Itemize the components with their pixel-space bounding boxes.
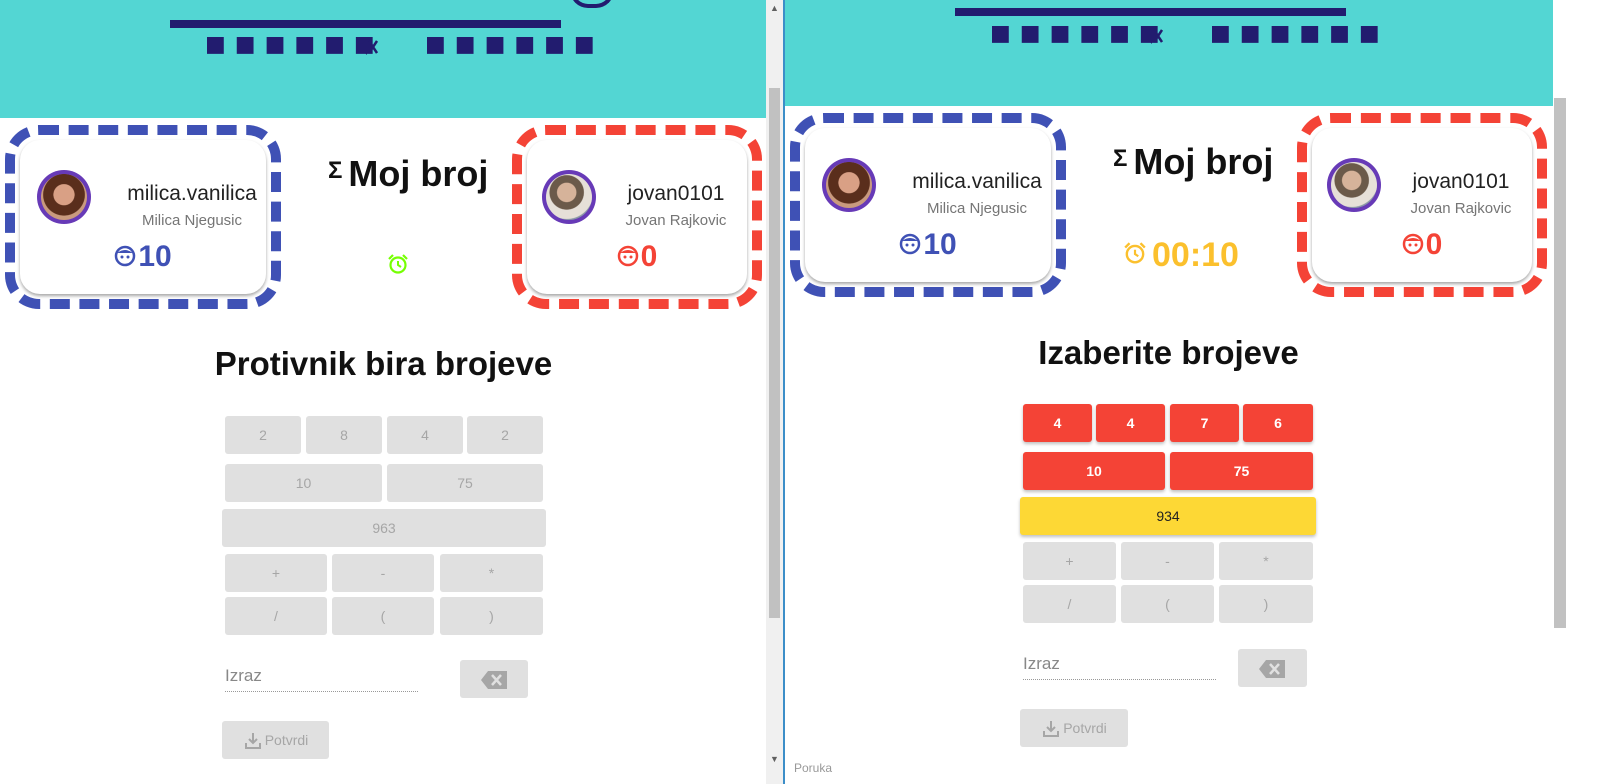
game-title-text: Moj broj: [348, 153, 489, 194]
download-icon: [1043, 721, 1060, 738]
game-title-text: Moj broj: [1133, 141, 1274, 182]
confirm-label: Potvrdi: [1063, 720, 1107, 736]
face-icon: [899, 229, 921, 263]
phase-title: Protivnik bira brojeve: [214, 345, 553, 382]
medium-number-button[interactable]: 10: [225, 464, 382, 502]
number-button[interactable]: 8: [306, 416, 382, 454]
number-button[interactable]: 2: [467, 416, 543, 454]
confirm-button[interactable]: Potvrdi: [1020, 709, 1128, 747]
player2-card: jovan0101 Jovan Rajkovic 0: [512, 125, 762, 309]
number-button[interactable]: 6: [1243, 404, 1313, 442]
mute-icon[interactable]: [1141, 26, 1164, 46]
operator-multiply-button[interactable]: *: [440, 554, 543, 592]
player2-fullname: Jovan Rajkovic: [625, 212, 727, 229]
open-paren-button[interactable]: (: [332, 597, 434, 635]
player2-score-value: 0: [1425, 228, 1443, 261]
operator-multiply-button[interactable]: *: [1219, 542, 1313, 580]
close-paren-button[interactable]: ): [440, 597, 543, 635]
alarm-icon: [387, 253, 409, 280]
header-bar: [170, 20, 561, 28]
player1-username: milica.vanilica: [127, 182, 257, 205]
game-header: ■■■■■■ ■■■■■■: [0, 0, 768, 118]
header-dots-right: ■■■■■■: [425, 32, 604, 57]
message-label: Poruka: [794, 761, 833, 775]
backspace-icon: [1259, 660, 1285, 678]
header-dots-right: ■■■■■■: [1210, 21, 1389, 46]
player1-fullname: Milica Njegusic: [926, 200, 1028, 217]
left-scrollbar[interactable]: ▲ ▼: [766, 0, 783, 784]
player2-score: 0: [1312, 228, 1532, 263]
backspace-button[interactable]: [1238, 649, 1307, 687]
face-icon: [114, 241, 136, 275]
operator-minus-button[interactable]: -: [1121, 542, 1214, 580]
game-title: Σ Moj broj: [1113, 141, 1273, 183]
backspace-icon: [481, 671, 507, 689]
sigma-icon: Σ: [1113, 145, 1128, 172]
right-scrollbar[interactable]: [1553, 0, 1568, 784]
player2-username: jovan0101: [627, 182, 725, 205]
operator-plus-button[interactable]: +: [225, 554, 327, 592]
player2-score-value: 0: [640, 240, 658, 273]
header-bar: [955, 8, 1346, 16]
number-button[interactable]: 7: [1170, 404, 1239, 442]
sigma-icon: Σ: [328, 157, 343, 184]
confirm-label: Potvrdi: [264, 732, 309, 748]
left-browser-pane: ■■■■■■ ■■■■■■ milica.vanilica Milica Nje…: [0, 0, 768, 784]
player2-score: 0: [527, 240, 747, 275]
player2-avatar: [542, 170, 596, 224]
phase-title: Izaberite brojeve: [1038, 334, 1299, 371]
player2-avatar: [1327, 158, 1381, 212]
number-button[interactable]: 4: [1023, 404, 1092, 442]
player1-card: milica.vanilica Milica Njegusic 10: [5, 125, 281, 309]
mute-icon[interactable]: [356, 37, 379, 57]
player1-score-value: 10: [138, 240, 172, 273]
confirm-button[interactable]: Potvrdi: [222, 721, 329, 759]
game-header: ■■■■■■ ■■■■■■: [785, 0, 1553, 106]
player2-fullname: Jovan Rajkovic: [1410, 200, 1512, 217]
player1-score: 10: [20, 240, 266, 275]
medium-number-button[interactable]: 10: [1023, 452, 1165, 490]
countdown-timer: 00:10: [1152, 236, 1239, 274]
right-browser-pane: ■■■■■■ ■■■■■■ milica.vanilica Milica Nje…: [785, 0, 1553, 784]
player1-score: 10: [805, 228, 1051, 263]
scrollbar-thumb[interactable]: [769, 88, 780, 618]
face-icon: [617, 241, 639, 275]
scroll-up-arrow-icon[interactable]: ▲: [766, 0, 783, 17]
close-paren-button[interactable]: ): [1219, 585, 1313, 623]
backspace-button[interactable]: [460, 660, 528, 698]
player2-card: jovan0101 Jovan Rajkovic 0: [1297, 113, 1547, 297]
player1-avatar: [822, 158, 876, 212]
player1-username: milica.vanilica: [912, 170, 1042, 193]
download-icon: [244, 733, 261, 750]
operator-minus-button[interactable]: -: [332, 554, 434, 592]
large-number-button[interactable]: 75: [387, 464, 543, 502]
scroll-down-arrow-icon[interactable]: ▼: [766, 751, 783, 768]
logo-fragment-icon: [570, 0, 614, 8]
alarm-icon: [1123, 241, 1147, 270]
player1-card: milica.vanilica Milica Njegusic 10: [790, 113, 1066, 297]
page-margin: [1568, 0, 1599, 784]
large-number-button[interactable]: 75: [1170, 452, 1313, 490]
operator-divide-button[interactable]: /: [225, 597, 327, 635]
number-button[interactable]: 4: [1096, 404, 1165, 442]
number-button[interactable]: 4: [387, 416, 463, 454]
scrollbar-thumb[interactable]: [1554, 98, 1566, 628]
face-icon: [1402, 229, 1424, 263]
target-number: 934: [1020, 497, 1316, 535]
number-button[interactable]: 2: [225, 416, 301, 454]
player1-fullname: Milica Njegusic: [141, 212, 243, 229]
player2-username: jovan0101: [1412, 170, 1510, 193]
open-paren-button[interactable]: (: [1121, 585, 1214, 623]
operator-plus-button[interactable]: +: [1023, 542, 1116, 580]
operator-divide-button[interactable]: /: [1023, 585, 1116, 623]
player1-score-value: 10: [923, 228, 957, 261]
game-title: Σ Moj broj: [328, 153, 488, 195]
player1-avatar: [37, 170, 91, 224]
expression-input[interactable]: Izraz: [1023, 654, 1216, 680]
target-number: 963: [222, 509, 546, 547]
expression-input[interactable]: Izraz: [225, 666, 418, 692]
